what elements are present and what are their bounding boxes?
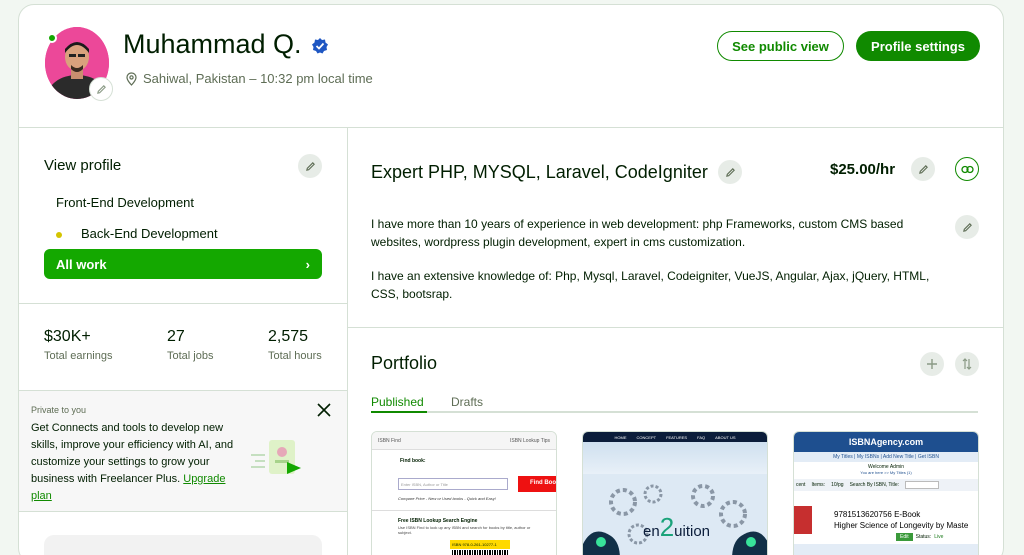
- column-divider: [347, 128, 348, 555]
- edit-view-profile-button[interactable]: [298, 154, 322, 178]
- plus-icon: [927, 359, 937, 369]
- avatar[interactable]: [45, 27, 113, 101]
- upgrade-promo: Private to you Get Connects and tools to…: [19, 391, 347, 511]
- freelancer-name: Muhammad Q.: [123, 29, 302, 59]
- thumb-status-label: Status:: [915, 534, 932, 540]
- pencil-icon: [96, 84, 106, 94]
- location: Sahiwal, Pakistan – 10:32 pm local time: [125, 71, 373, 86]
- add-portfolio-button[interactable]: [920, 352, 944, 376]
- thumb-breadcrumb: You are here >> My Titles (1): [860, 470, 912, 475]
- thumb-nav-item: FAQ: [697, 434, 706, 440]
- thumb-compare-text: Compare Price - New or Used books - Quic…: [398, 496, 496, 501]
- thumb-welcome: Welcome Admin: [867, 464, 905, 470]
- thumb-find-label: Find book:: [400, 458, 426, 464]
- chevron-right-icon: ›: [305, 256, 310, 272]
- close-icon[interactable]: [315, 401, 333, 419]
- thumb-nav: My Titles | My ISBNs | Add New Title | G…: [794, 452, 978, 462]
- location-text: Sahiwal, Pakistan – 10:32 pm local time: [143, 71, 373, 86]
- profile-settings-button[interactable]: Profile settings: [856, 31, 980, 61]
- thumb-edit-button: Edit: [896, 533, 913, 541]
- tab-published[interactable]: Published: [371, 395, 424, 409]
- total-jobs-label: Total jobs: [167, 350, 214, 362]
- thumb-nav-item: HOME: [614, 434, 627, 440]
- section-divider: [19, 303, 347, 304]
- promo-text: Get Connects and tools to develop new sk…: [31, 420, 241, 505]
- promo-illustration-icon: [251, 440, 301, 474]
- thumb-logo-part: 2: [659, 512, 675, 542]
- overview-paragraph: I have more than 10 years of experience …: [371, 217, 904, 249]
- thumb-filter: Search By ISBN, Title:: [849, 482, 900, 488]
- promo-kicker: Private to you: [31, 405, 87, 415]
- view-profile-heading: View profile: [44, 157, 122, 174]
- hourly-rate: $25.00/hr: [830, 161, 896, 178]
- next-section-card: [44, 535, 322, 555]
- pencil-icon: [725, 167, 735, 177]
- thumb-isbn: 9781513620756 E-Book: [834, 510, 921, 519]
- pencil-icon: [918, 164, 928, 174]
- portfolio-item-isbn-find[interactable]: ISBN Find ISBN Lookup Tips Find book: En…: [371, 431, 557, 555]
- all-work-button[interactable]: All work ›: [44, 249, 322, 279]
- online-status-dot: [47, 33, 57, 43]
- location-pin-icon: [126, 71, 137, 86]
- thumb-status: Live: [934, 534, 944, 540]
- thumb-logo-part: uition: [674, 523, 711, 540]
- section-divider: [19, 511, 347, 512]
- thumb-book-cover: [794, 506, 812, 534]
- thumb-search-input: Enter ISBN, Author or Title: [398, 478, 508, 490]
- thumb-section-text: Use ISBN Find to look up any ISBN and se…: [398, 525, 531, 535]
- thumb-filter: Items:: [811, 482, 826, 488]
- thumb-header-left: ISBN Find: [378, 437, 401, 444]
- header-divider: [19, 127, 1003, 128]
- thumb-nav-item: FEATURES: [666, 434, 688, 440]
- tab-drafts[interactable]: Drafts: [451, 395, 483, 409]
- thumb-logo: en2uition: [643, 512, 710, 543]
- total-earnings-label: Total earnings: [44, 350, 113, 362]
- overview-paragraph: I have an extensive knowledge of: Php, M…: [371, 269, 930, 301]
- all-work-label: All work: [56, 256, 107, 272]
- section-divider: [348, 327, 1003, 328]
- total-hours-value: 2,575: [268, 328, 309, 345]
- specialization-item[interactable]: Front-End Development: [56, 195, 194, 210]
- see-public-view-button[interactable]: See public view: [717, 31, 844, 61]
- portfolio-item-en2uition[interactable]: HOME CONCEPT FEATURES FAQ ABOUT US en2ui…: [582, 431, 768, 555]
- thumb-filter: cent: [796, 482, 806, 488]
- verified-badge-icon: [312, 38, 328, 54]
- thumb-nav-item: CONCEPT: [636, 434, 657, 440]
- thumb-find-button: Find Boo: [518, 476, 556, 492]
- link-icon: [960, 165, 974, 173]
- copy-link-button[interactable]: [955, 157, 979, 181]
- specialization-item[interactable]: Back-End Development: [81, 226, 218, 241]
- edit-overview-button[interactable]: [955, 215, 979, 239]
- active-tab-indicator: [371, 411, 427, 413]
- edit-avatar-button[interactable]: [89, 77, 113, 101]
- portfolio-item-isbn-agency[interactable]: ISBNAgency.com My Titles | My ISBNs | Ad…: [793, 431, 979, 555]
- thumb-logo-part: en: [643, 523, 660, 540]
- total-hours-label: Total hours: [268, 350, 322, 362]
- portfolio-heading: Portfolio: [371, 353, 438, 373]
- reorder-portfolio-button[interactable]: [955, 352, 979, 376]
- total-earnings-value: $30K+: [44, 328, 91, 345]
- active-bullet: [56, 232, 62, 238]
- tabs-baseline: [371, 411, 978, 413]
- thumb-nav-item: ABOUT US: [715, 434, 736, 440]
- edit-title-button[interactable]: [718, 160, 742, 184]
- thumb-header-right: ISBN Lookup Tips: [509, 437, 550, 444]
- thumb-section-title: Free ISBN Lookup Search Engine: [398, 518, 478, 524]
- profile-card: Muhammad Q. Sahiwal, Pakistan – 10:32 pm…: [18, 4, 1004, 555]
- sort-arrows-icon: [962, 358, 972, 370]
- pencil-icon: [305, 161, 315, 171]
- thumb-brand: ISBNAgency.com: [794, 432, 978, 452]
- profile-title: Expert PHP, MYSQL, Laravel, CodeIgniter: [371, 162, 708, 182]
- pencil-icon: [962, 222, 972, 232]
- thumb-filter: 10/pg: [831, 482, 844, 488]
- total-jobs-value: 27: [167, 328, 185, 345]
- edit-rate-button[interactable]: [911, 157, 935, 181]
- thumb-book-title: Higher Science of Longevity by Maste: [834, 521, 969, 530]
- thumb-barcode-label: ISBN 978-0-261-10277-1: [450, 540, 510, 549]
